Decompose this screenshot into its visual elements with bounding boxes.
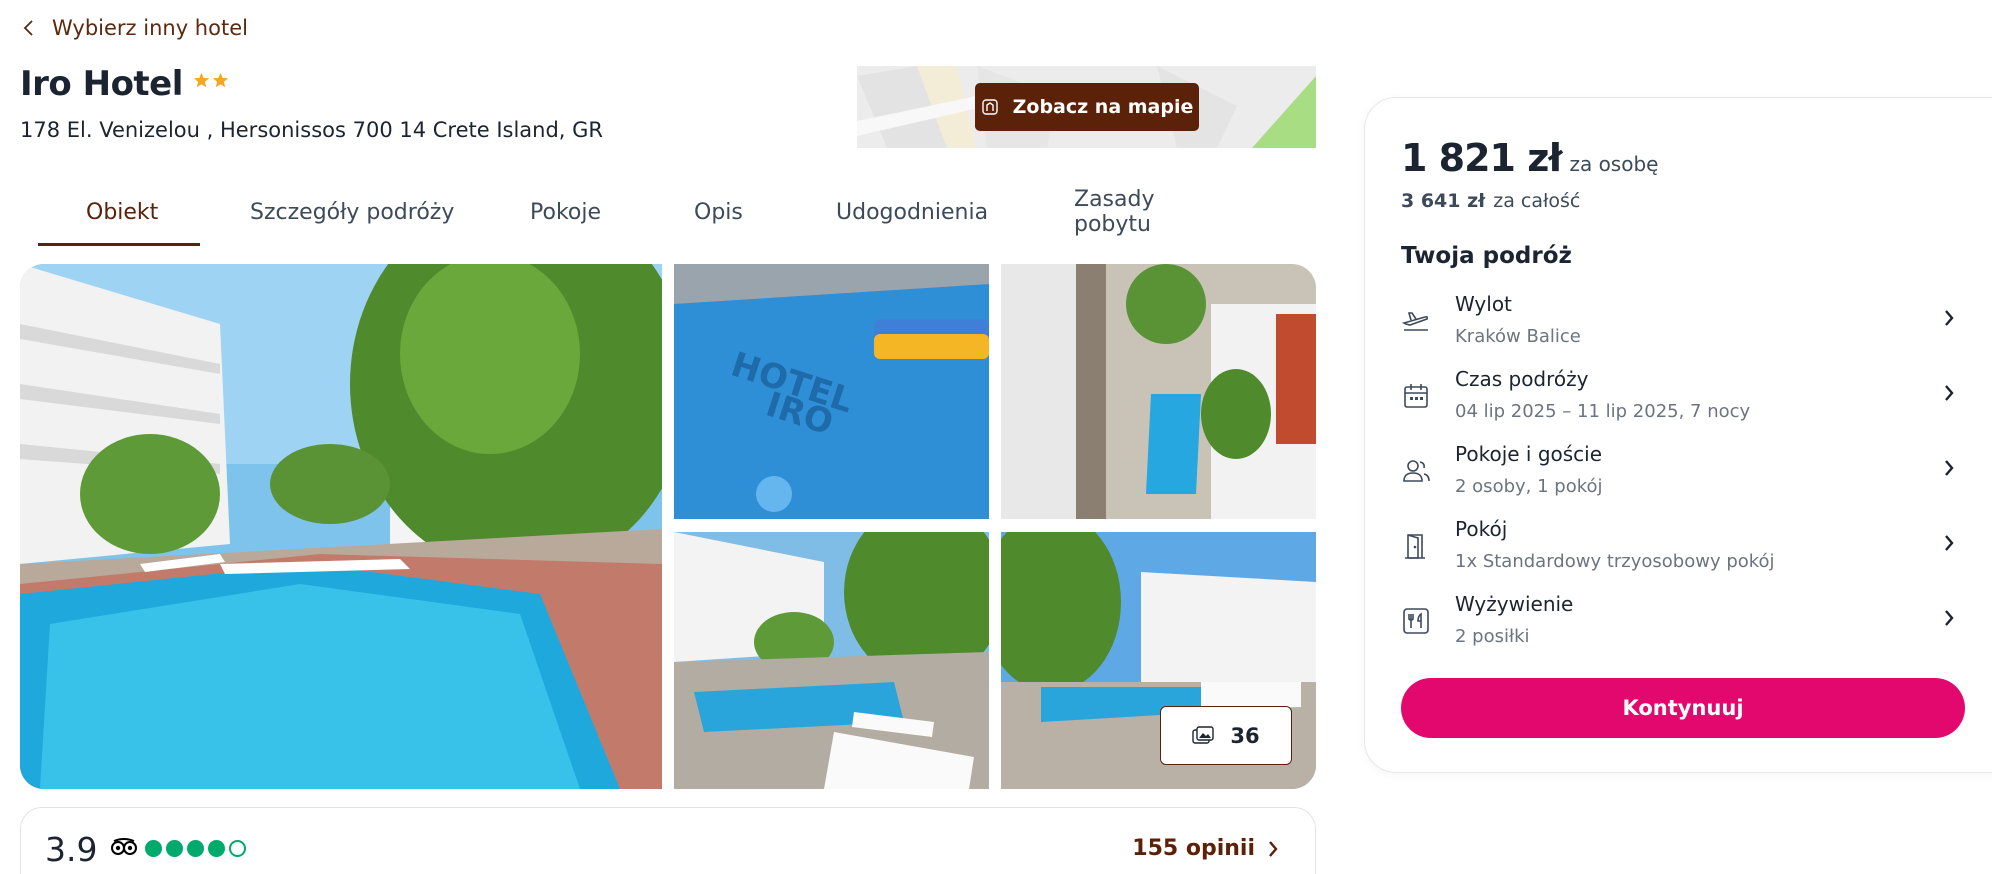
trip-item-subtitle: 2 osoby, 1 pokój bbox=[1455, 476, 1603, 497]
tab-label: Udogodnienia bbox=[836, 199, 989, 225]
section-tabs: Obiekt Szczegóły podróży Pokoje Opis Udo… bbox=[38, 178, 1234, 246]
tab-label: Pokoje bbox=[530, 199, 602, 225]
tab-label: Zasady pobytu bbox=[1074, 187, 1155, 237]
hotel-stars bbox=[193, 72, 229, 89]
price-total-label: za całość bbox=[1493, 190, 1581, 212]
hotel-address: 178 El. Venizelou , Hersonissos 700 14 C… bbox=[20, 118, 604, 142]
trip-item-title: Pokój bbox=[1455, 517, 1508, 541]
tab-pokoje[interactable]: Pokoje bbox=[530, 178, 694, 246]
gallery-photo-aerial[interactable] bbox=[1001, 264, 1316, 519]
price-per-person: 1 821 zł za osobę bbox=[1401, 136, 1658, 180]
tab-szczegoly-podrozy[interactable]: Szczegóły podróży bbox=[200, 178, 530, 246]
trip-item-subtitle: 1x Standardowy trzyosobowy pokój bbox=[1455, 551, 1775, 572]
hotel-name: Iro Hotel bbox=[20, 64, 183, 104]
star-icon bbox=[212, 72, 229, 87]
back-link-label: Wybierz inny hotel bbox=[52, 16, 248, 40]
back-link[interactable]: Wybierz inny hotel bbox=[22, 16, 248, 40]
door-icon bbox=[1405, 534, 1425, 559]
gallery-photo-pool-tiles[interactable]: HOTEL IRO bbox=[674, 264, 989, 519]
hotel-header: Iro Hotel bbox=[20, 64, 229, 104]
reviews-link[interactable]: 155 opinii bbox=[1132, 836, 1279, 861]
trip-item-departure[interactable]: Wylot Kraków Balice bbox=[1401, 292, 1965, 356]
trip-heading: Twoja podróż bbox=[1401, 243, 1572, 269]
trip-item-title: Czas podróży bbox=[1455, 367, 1589, 391]
trip-item-meals[interactable]: Wyżywienie 2 posiłki bbox=[1401, 592, 1965, 656]
trip-item-room[interactable]: Pokój 1x Standardowy trzyosobowy pokój bbox=[1401, 517, 1965, 581]
price-total: 3 641 zł za całość bbox=[1401, 190, 1580, 212]
tab-label: Szczegóły podróży bbox=[250, 199, 455, 225]
show-on-map-button[interactable]: Zobacz na mapie bbox=[975, 83, 1199, 131]
photo-gallery: HOTEL IRO bbox=[20, 264, 1316, 789]
tab-udogodnienia[interactable]: Udogodnienia bbox=[836, 178, 1074, 246]
continue-button[interactable]: Kontynuuj bbox=[1401, 678, 1965, 738]
plane-departure-icon bbox=[1401, 312, 1429, 331]
price-per-person-label: za osobę bbox=[1569, 152, 1659, 176]
photos-icon bbox=[1192, 725, 1215, 744]
rating-bubble-filled bbox=[166, 840, 183, 857]
show-on-map-label: Zobacz na mapie bbox=[1012, 96, 1194, 118]
meals-icon bbox=[1403, 608, 1429, 634]
star-icon bbox=[193, 72, 210, 87]
photo-count: 36 bbox=[1230, 723, 1260, 748]
trip-item-subtitle: Kraków Balice bbox=[1455, 326, 1581, 347]
gallery-photo-main[interactable] bbox=[20, 264, 662, 789]
tab-label: Opis bbox=[694, 199, 743, 225]
calendar-icon bbox=[1404, 384, 1428, 408]
trip-item-guests[interactable]: Pokoje i goście 2 osoby, 1 pokój bbox=[1401, 442, 1965, 506]
chevron-right-icon bbox=[1945, 385, 1954, 401]
rating-panel: 3.9 155 opinii bbox=[20, 807, 1316, 874]
tab-label: Obiekt bbox=[86, 199, 159, 225]
rating-score: 3.9 bbox=[45, 830, 98, 869]
all-photos-button[interactable]: 36 bbox=[1160, 706, 1292, 765]
rating-bubble-filled bbox=[187, 840, 204, 857]
map-building-icon bbox=[981, 99, 998, 115]
guests-icon bbox=[1403, 460, 1430, 482]
price-total-amount: 3 641 zł bbox=[1401, 190, 1486, 212]
chevron-left-icon bbox=[23, 20, 33, 36]
booking-summary-card: 1 821 zł za osobę 3 641 zł za całość Two… bbox=[1364, 97, 1992, 773]
price-per-person-amount: 1 821 zł bbox=[1401, 136, 1562, 180]
tab-zasady-pobytu[interactable]: Zasady pobytu bbox=[1074, 178, 1234, 246]
trip-item-title: Wylot bbox=[1455, 292, 1512, 316]
chevron-right-icon bbox=[1945, 310, 1954, 326]
rating-bubble-empty bbox=[229, 840, 246, 857]
trip-item-subtitle: 04 lip 2025 – 11 lip 2025, 7 nocy bbox=[1455, 401, 1751, 422]
chevron-right-icon bbox=[1945, 460, 1954, 476]
reviews-label: 155 opinii bbox=[1132, 836, 1255, 861]
rating-bubble-filled bbox=[208, 840, 225, 857]
rating-bubbles bbox=[145, 840, 246, 857]
chevron-right-icon bbox=[1945, 610, 1954, 626]
trip-item-title: Pokoje i goście bbox=[1455, 442, 1603, 466]
chevron-right-icon bbox=[1269, 840, 1278, 857]
rating-bubble-filled bbox=[145, 840, 162, 857]
chevron-right-icon bbox=[1945, 535, 1954, 551]
tripadvisor-icon bbox=[111, 838, 137, 855]
tab-obiekt[interactable]: Obiekt bbox=[38, 178, 200, 246]
tab-opis[interactable]: Opis bbox=[694, 178, 836, 246]
trip-item-dates[interactable]: Czas podróży 04 lip 2025 – 11 lip 2025, … bbox=[1401, 367, 1965, 431]
trip-item-subtitle: 2 posiłki bbox=[1455, 626, 1530, 647]
trip-item-title: Wyżywienie bbox=[1455, 592, 1574, 616]
gallery-photo-poolside[interactable] bbox=[674, 532, 989, 789]
